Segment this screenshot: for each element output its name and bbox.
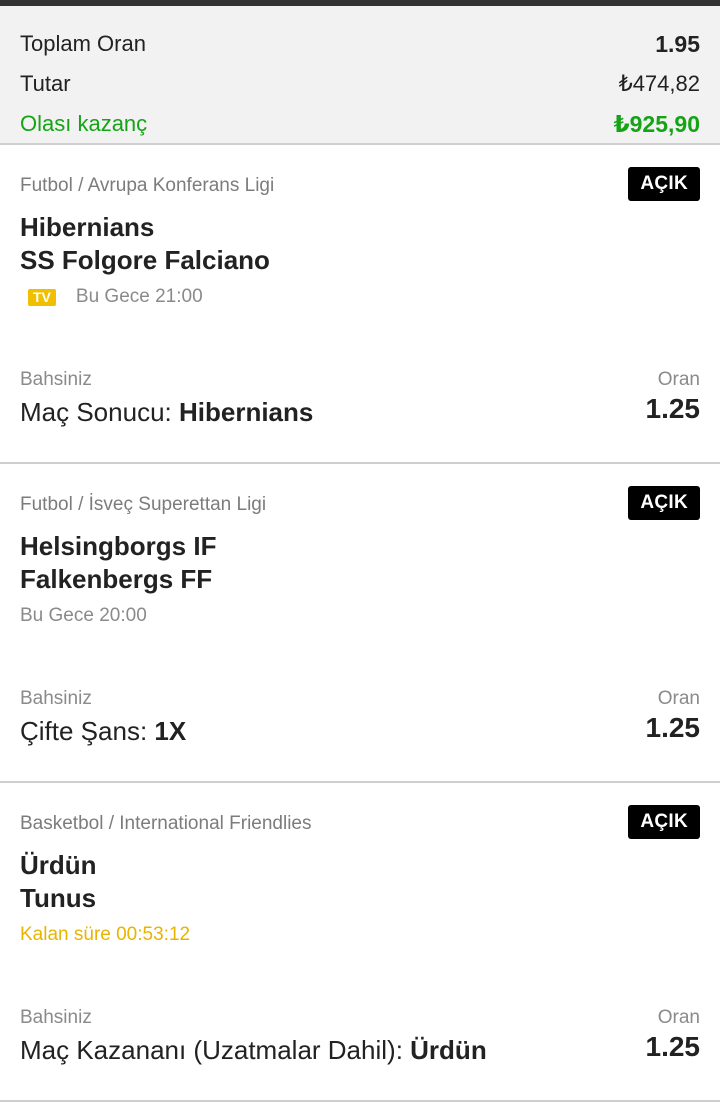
potential-win-value: ₺925,90 — [613, 110, 700, 137]
away-team: Tunus — [20, 883, 97, 913]
stake-value: ₺474,82 — [618, 71, 700, 96]
bet-card[interactable]: Futbol / İsveç Superettan Ligi AÇIK Hels… — [0, 464, 720, 783]
time-remaining: Kalan süre 00:53:12 — [20, 924, 191, 945]
bet-summary: Toplam Oran 1.95 Tutar ₺474,82 Olası kaz… — [0, 6, 720, 145]
bet-card[interactable]: Basketbol / International Friendlies AÇI… — [0, 783, 720, 1102]
match-time-row: Bu Gece 20:00 — [20, 605, 147, 627]
odds-label: Oran — [657, 369, 700, 390]
market-name: Maç Kazananı (Uzatmalar Dahil): — [20, 1035, 403, 1065]
bet-label: Bahsiniz — [20, 1007, 92, 1028]
stake-label: Tutar — [20, 71, 71, 96]
match-teams[interactable]: Helsingborgs IF Falkenbergs FF — [20, 530, 216, 596]
bet-market: Çifte Şans: 1X — [20, 716, 186, 747]
home-team: Hibernians — [20, 212, 155, 242]
league-label: Futbol / İsveç Superettan Ligi — [20, 494, 267, 515]
bet-selection: Ürdün — [410, 1035, 487, 1065]
match-teams[interactable]: Hibernians SS Folgore Falciano — [20, 211, 270, 277]
match-time-row: TV Bu Gece 21:00 — [20, 286, 203, 308]
away-team: Falkenbergs FF — [20, 564, 213, 594]
bet-selection: Hibernians — [178, 397, 314, 427]
total-odds-value: 1.95 — [655, 30, 700, 57]
odds-label: Oran — [657, 1007, 700, 1028]
potential-win-row: Olası kazanç ₺925,90 — [20, 104, 700, 144]
bet-card[interactable]: Futbol / Avrupa Konferans Ligi AÇIK Hibe… — [0, 145, 720, 464]
home-team: Helsingborgs IF — [20, 531, 217, 561]
total-odds-label: Toplam Oran — [20, 31, 146, 56]
bet-label: Bahsiniz — [20, 369, 92, 390]
bet-market: Maç Sonucu: Hibernians — [20, 397, 313, 428]
league-label: Futbol / Avrupa Konferans Ligi — [20, 175, 275, 196]
status-badge: AÇIK — [628, 167, 700, 201]
status-badge: AÇIK — [628, 486, 700, 520]
status-badge: AÇIK — [628, 805, 700, 839]
odds-value: 1.25 — [645, 712, 701, 743]
tv-icon: TV — [28, 288, 56, 306]
market-name: Maç Sonucu: — [20, 397, 172, 427]
bet-selection: 1X — [154, 716, 187, 746]
stake-row: Tutar ₺474,82 — [20, 64, 700, 104]
total-odds-row: Toplam Oran 1.95 — [20, 24, 700, 64]
bet-market: Maç Kazananı (Uzatmalar Dahil): Ürdün — [20, 1035, 487, 1066]
match-time-row: Kalan süre 00:53:12 — [20, 924, 190, 946]
odds-label: Oran — [657, 688, 700, 709]
match-teams[interactable]: Ürdün Tunus — [20, 849, 97, 915]
potential-win-label: Olası kazanç — [20, 111, 148, 136]
match-time: Bu Gece 20:00 — [20, 605, 147, 626]
home-team: Ürdün — [20, 850, 97, 880]
bet-label: Bahsiniz — [20, 688, 92, 709]
odds-value: 1.25 — [645, 1031, 701, 1062]
league-label: Basketbol / International Friendlies — [20, 813, 312, 834]
match-time: Bu Gece 21:00 — [75, 286, 203, 307]
away-team: SS Folgore Falciano — [20, 245, 270, 275]
market-name: Çifte Şans: — [20, 716, 148, 746]
odds-value: 1.25 — [645, 393, 701, 424]
